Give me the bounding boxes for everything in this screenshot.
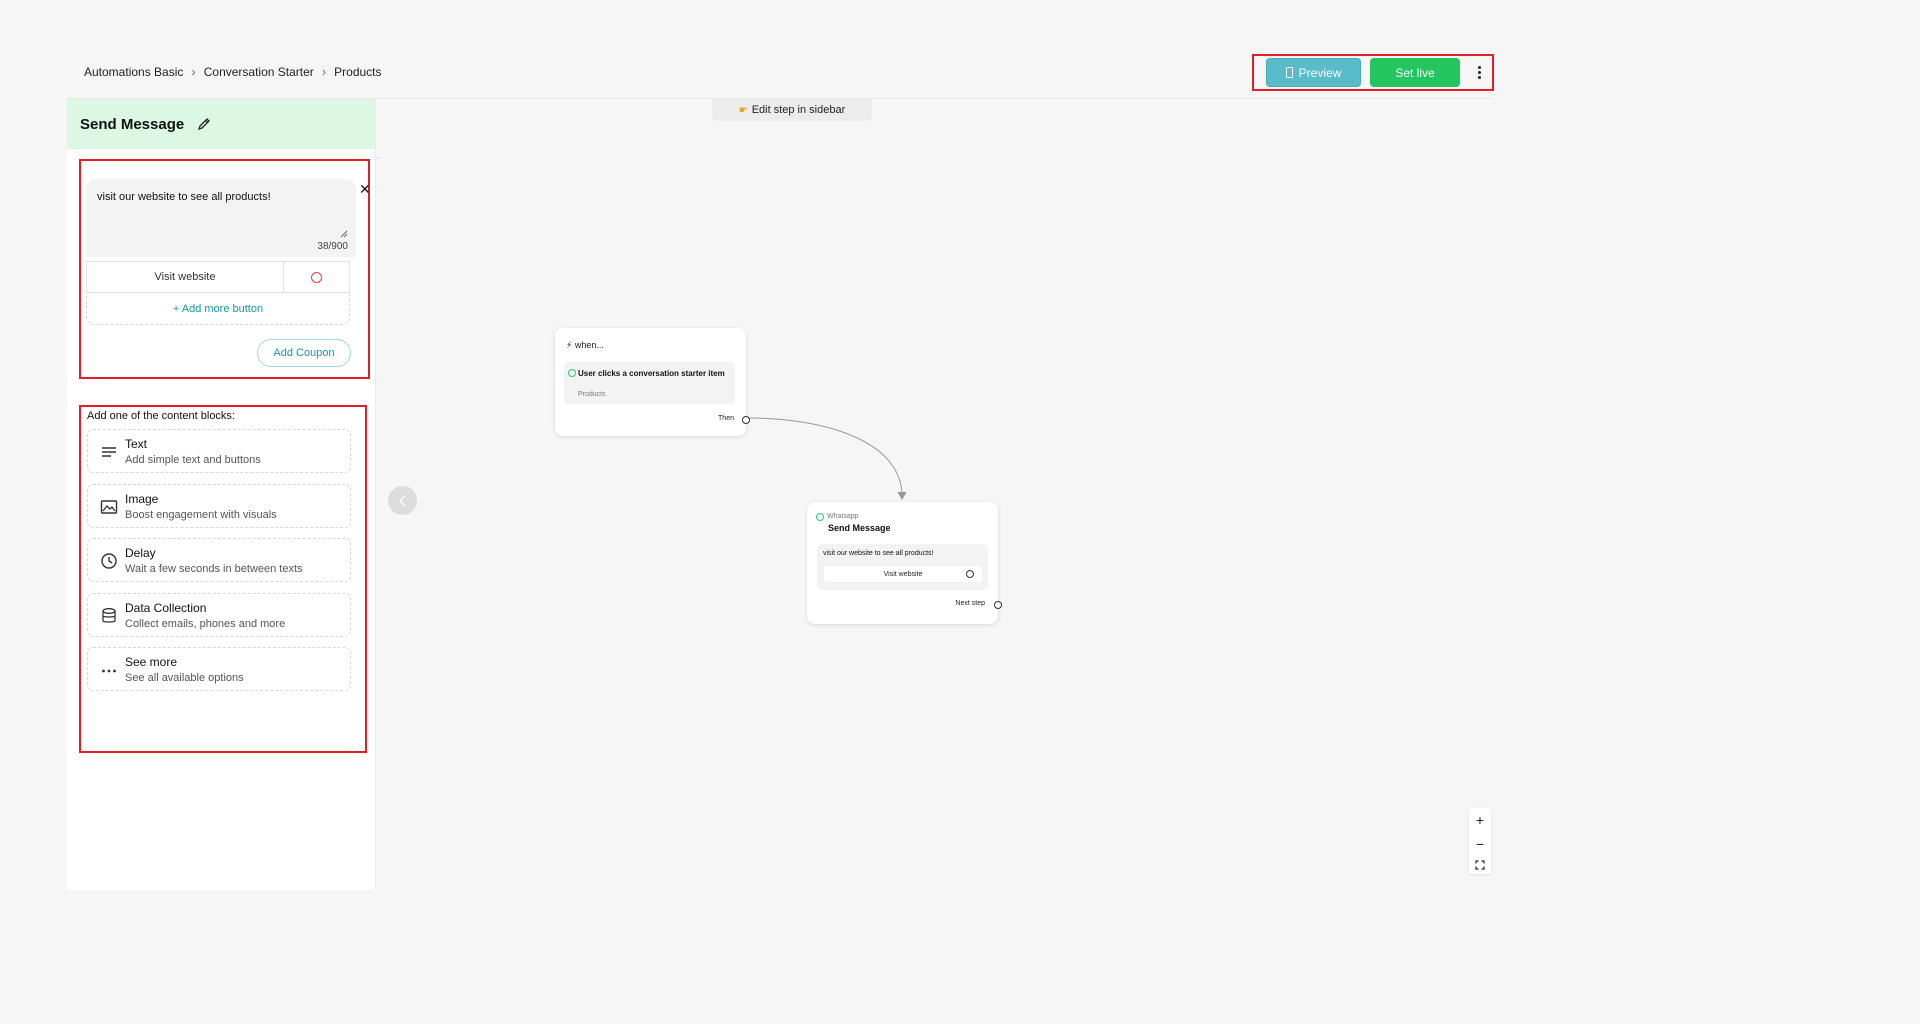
send-message-node[interactable]: Whatsapp Send Message visit our website … <box>807 502 1002 624</box>
trigger-node[interactable]: ⚡ when... User clicks a conversation sta… <box>555 328 750 436</box>
zoom-controls: + − <box>1469 808 1491 874</box>
trigger-text: User clicks a conversation starter item <box>578 369 725 378</box>
send-title: Send Message <box>828 523 891 533</box>
when-label: ⚡ when... <box>566 340 604 351</box>
send-node-button-label: Visit website <box>883 570 923 578</box>
next-step-port[interactable] <box>994 601 1002 609</box>
send-node-button[interactable]: Visit website <box>824 566 982 582</box>
whatsapp-icon <box>816 513 824 521</box>
trigger-condition[interactable]: User clicks a conversation starter item … <box>564 362 735 404</box>
send-message-preview: visit our website to see all products! V… <box>817 544 988 590</box>
next-step-label: Next step <box>955 600 985 607</box>
trigger-sub: Products <box>578 391 606 398</box>
zoom-in-icon[interactable]: + <box>1476 812 1484 828</box>
button-port[interactable] <box>966 570 974 578</box>
when-text: when... <box>574 340 604 350</box>
whatsapp-icon <box>568 369 576 377</box>
flow-connector <box>747 417 907 501</box>
fit-view-icon[interactable] <box>1475 860 1485 870</box>
send-text: visit our website to see all products! <box>823 550 934 557</box>
lightning-icon: ⚡ <box>566 340 573 350</box>
then-port[interactable] <box>742 416 750 424</box>
then-label: Then <box>718 415 734 422</box>
send-channel: Whatsapp <box>827 513 859 520</box>
zoom-out-icon[interactable]: − <box>1476 836 1484 852</box>
automation-editor: Automations Basic › Conversation Starter… <box>67 52 1494 890</box>
